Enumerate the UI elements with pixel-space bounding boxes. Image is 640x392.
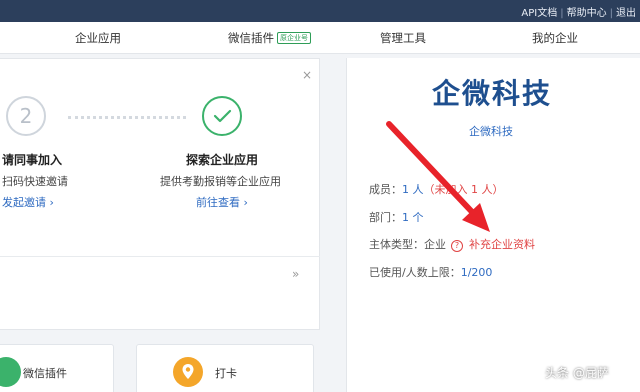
nav-wechat-plugin-label: 微信插件 xyxy=(228,31,274,45)
nav-enterprise-apps[interactable]: 企业应用 xyxy=(75,30,121,46)
divider: | xyxy=(560,8,564,19)
divider: | xyxy=(609,8,613,19)
nav-wechat-tag: 原企业号 xyxy=(277,32,311,44)
main-nav: 企业应用 微信插件 原企业号 管理工具 我的企业 xyxy=(0,22,640,54)
wechat-plugin-card-label: 微信插件 xyxy=(23,367,67,380)
company-short-name: 企微科技 xyxy=(469,125,513,138)
user-limit-row: 已使用/人数上限：1/200 xyxy=(369,264,492,280)
invite-link[interactable]: 发起邀请 › xyxy=(2,194,54,210)
step-3-circle xyxy=(202,96,242,136)
company-name: 企微科技 xyxy=(432,77,553,110)
members-value[interactable]: 1 人 xyxy=(402,183,424,196)
checkin-card[interactable]: 打卡 xyxy=(136,344,314,392)
nav-admin-tools[interactable]: 管理工具 xyxy=(380,30,426,46)
wechat-plugin-card[interactable]: 微信插件 xyxy=(0,344,114,392)
nav-wechat-plugin[interactable]: 微信插件 原企业号 xyxy=(228,30,311,46)
dept-row: 部门：1 个 xyxy=(369,209,424,225)
explore-title: 探索企业应用 xyxy=(186,153,259,167)
watermark: 头条 @屁萨 xyxy=(545,366,609,380)
dept-label: 部门： xyxy=(369,211,402,224)
help-icon[interactable]: ? xyxy=(451,240,463,252)
close-icon[interactable]: × xyxy=(302,68,312,82)
top-bar: API文档 | 帮助中心 | 退出 xyxy=(0,0,640,22)
entity-type-row: 主体类型：企业? 补充企业资料 xyxy=(369,236,535,252)
nav-my-company[interactable]: 我的企业 xyxy=(532,30,578,46)
entity-type-label: 主体类型： xyxy=(369,238,424,251)
invite-desc: 扫码快速邀请 xyxy=(2,175,68,188)
explore-link[interactable]: 前往查看 › xyxy=(196,194,248,210)
user-limit-value: 1/200 xyxy=(460,266,493,279)
explore-desc: 提供考勤报销等企业应用 xyxy=(160,175,281,188)
wechat-plugin-icon xyxy=(0,357,21,387)
top-links: API文档 | 帮助中心 | 退出 xyxy=(521,4,636,19)
panel-divider xyxy=(0,256,320,257)
help-center-link[interactable]: 帮助中心 xyxy=(567,8,607,19)
user-limit-label: 已使用/人数上限： xyxy=(369,266,461,279)
check-icon xyxy=(213,109,232,123)
step-connector xyxy=(68,116,186,119)
entity-type-value: 企业 xyxy=(424,238,446,251)
logout-link[interactable]: 退出 xyxy=(616,8,636,19)
invite-title: 请同事加入 xyxy=(2,153,63,167)
location-pin-icon xyxy=(173,357,203,387)
step-2-circle: 2 xyxy=(6,96,46,136)
supplement-info-link[interactable]: 补充企业资料 xyxy=(469,238,535,251)
members-unjoined[interactable]: （未加入 1 人） xyxy=(424,183,504,196)
api-doc-link[interactable]: API文档 xyxy=(521,8,557,19)
members-label: 成员： xyxy=(369,183,402,196)
dept-value[interactable]: 1 个 xyxy=(402,211,424,224)
checkin-card-label: 打卡 xyxy=(215,367,237,380)
location-pin-glyph xyxy=(182,364,194,379)
expand-more-icon[interactable]: » xyxy=(292,267,299,281)
step-2-number: 2 xyxy=(19,104,33,128)
members-row: 成员：1 人（未加入 1 人） xyxy=(369,181,504,197)
